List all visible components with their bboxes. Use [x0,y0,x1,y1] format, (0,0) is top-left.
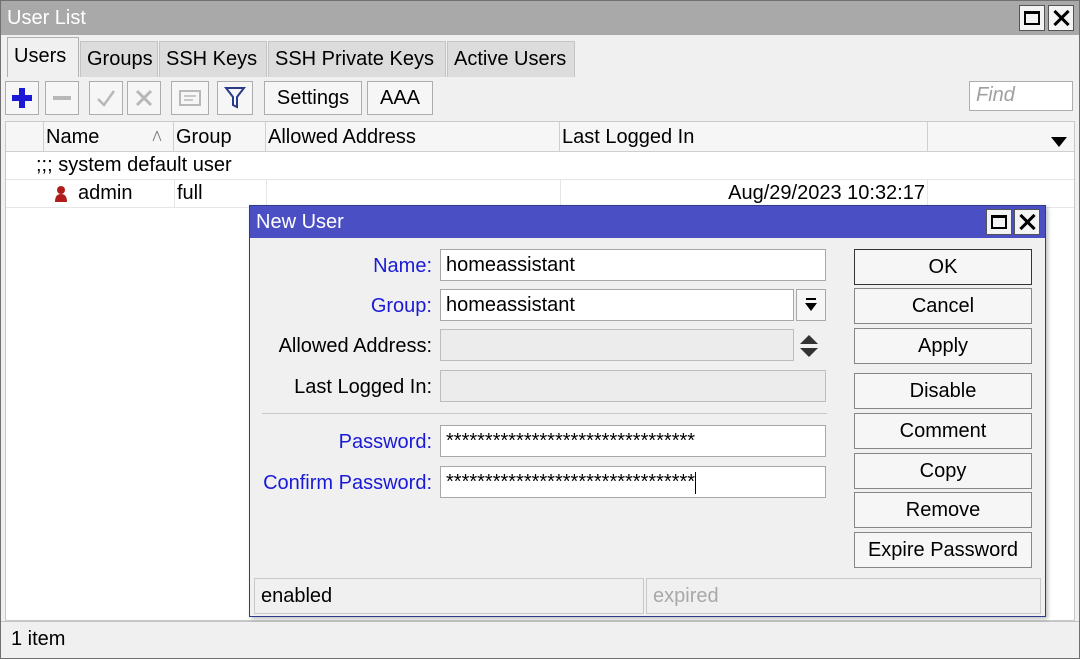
column-header-group[interactable]: Group [174,122,266,152]
column-header-name[interactable]: Name [44,122,174,152]
tab-ssh-private-keys[interactable]: SSH Private Keys [268,41,446,77]
column-header-last-logged-in[interactable]: Last Logged In [560,122,928,152]
allowed-address-input[interactable] [440,329,794,361]
dialog-status-enabled: enabled [254,578,644,614]
name-label: Name: [373,255,432,277]
column-header-marker [6,122,44,152]
name-input[interactable]: homeassistant [440,249,826,281]
group-select[interactable]: homeassistant [440,289,794,321]
window-titlebar[interactable]: User List [1,1,1079,35]
last-logged-in-label: Last Logged In: [294,376,432,398]
cell-name: admin [78,182,133,204]
column-header-name-label: Name [46,126,100,148]
item-count: 1 item [11,628,66,650]
enable-button[interactable] [89,81,123,115]
disable-button[interactable] [127,81,161,115]
remove-user-button[interactable]: Remove [854,492,1032,528]
close-icon [1053,10,1069,26]
new-user-dialog: New User Name: homeassistant Group: home… [249,205,1046,617]
tab-groups[interactable]: Groups [80,41,158,77]
toolbar: Settings AAA Find [1,77,1079,119]
expire-password-button[interactable]: Expire Password [854,532,1032,568]
sort-ascending-icon [152,130,162,142]
tab-ssh-keys[interactable]: SSH Keys [159,41,267,77]
dialog-status-expired: expired [646,578,1041,614]
tab-users[interactable]: Users [7,37,79,77]
maximize-icon [991,215,1007,229]
status-bar: 1 item [1,621,1079,658]
user-icon [55,186,67,202]
last-logged-in-field [440,370,826,402]
settings-button[interactable]: Settings [264,81,362,115]
apply-button[interactable]: Apply [854,328,1032,364]
comment-text: ;;; system default user [36,154,232,176]
cell-last-logged-in: Aug/29/2023 10:32:17 [560,180,928,207]
cancel-button[interactable]: Cancel [854,288,1032,324]
tab-active-users[interactable]: Active Users [447,41,575,77]
filter-icon [224,87,246,109]
password-label: Password: [338,431,432,453]
group-dropdown-button[interactable] [796,289,826,321]
allowed-address-label: Allowed Address: [278,335,432,357]
dropdown-arrow-icon [1051,137,1067,147]
minus-icon [53,96,71,100]
check-icon [97,90,116,107]
dropdown-arrow-icon [805,298,817,311]
column-chooser-button[interactable] [1050,131,1068,154]
group-label: Group: [370,295,432,317]
plus-icon [12,88,32,108]
table-comment-row[interactable]: ;;; system default user [6,152,1074,180]
column-header-allowed-address[interactable]: Allowed Address [266,122,560,152]
confirm-password-label: Confirm Password: [263,472,432,494]
maximize-icon [1024,11,1040,25]
comment-user-button[interactable]: Comment [854,413,1032,449]
add-button[interactable] [5,81,39,115]
close-icon [1019,214,1035,230]
close-button[interactable] [1048,5,1074,31]
dialog-close-button[interactable] [1014,209,1040,235]
disable-user-button[interactable]: Disable [854,373,1032,409]
maximize-button[interactable] [1019,5,1045,31]
cross-icon [135,89,153,107]
remove-button[interactable] [45,81,79,115]
up-down-arrows-icon [800,335,818,357]
comment-icon [179,90,201,106]
table-header: Name Group Allowed Address Last Logged I… [6,122,1074,152]
comment-button[interactable] [171,81,209,115]
copy-button[interactable]: Copy [854,453,1032,489]
table-row[interactable]: admin full Aug/29/2023 10:32:17 [6,180,1074,208]
find-input[interactable]: Find [969,81,1073,111]
cell-allowed-address [266,180,560,207]
section-divider [262,413,827,414]
text-caret [695,471,697,494]
dialog-title: New User [256,211,344,233]
ok-button[interactable]: OK [854,249,1032,285]
dialog-maximize-button[interactable] [986,209,1012,235]
user-list-window: User List Users Groups SSH Keys SSH Priv… [0,0,1080,659]
add-remove-address-arrows[interactable] [798,332,820,366]
confirm-password-input[interactable]: ******************************** [440,466,826,498]
confirm-password-value: ******************************** [446,471,696,493]
dialog-titlebar[interactable]: New User [250,206,1045,238]
window-title: User List [7,7,86,29]
filter-button[interactable] [217,81,253,115]
password-input[interactable]: ******************************** [440,425,826,457]
cell-group: full [174,180,266,207]
aaa-button[interactable]: AAA [367,81,433,115]
